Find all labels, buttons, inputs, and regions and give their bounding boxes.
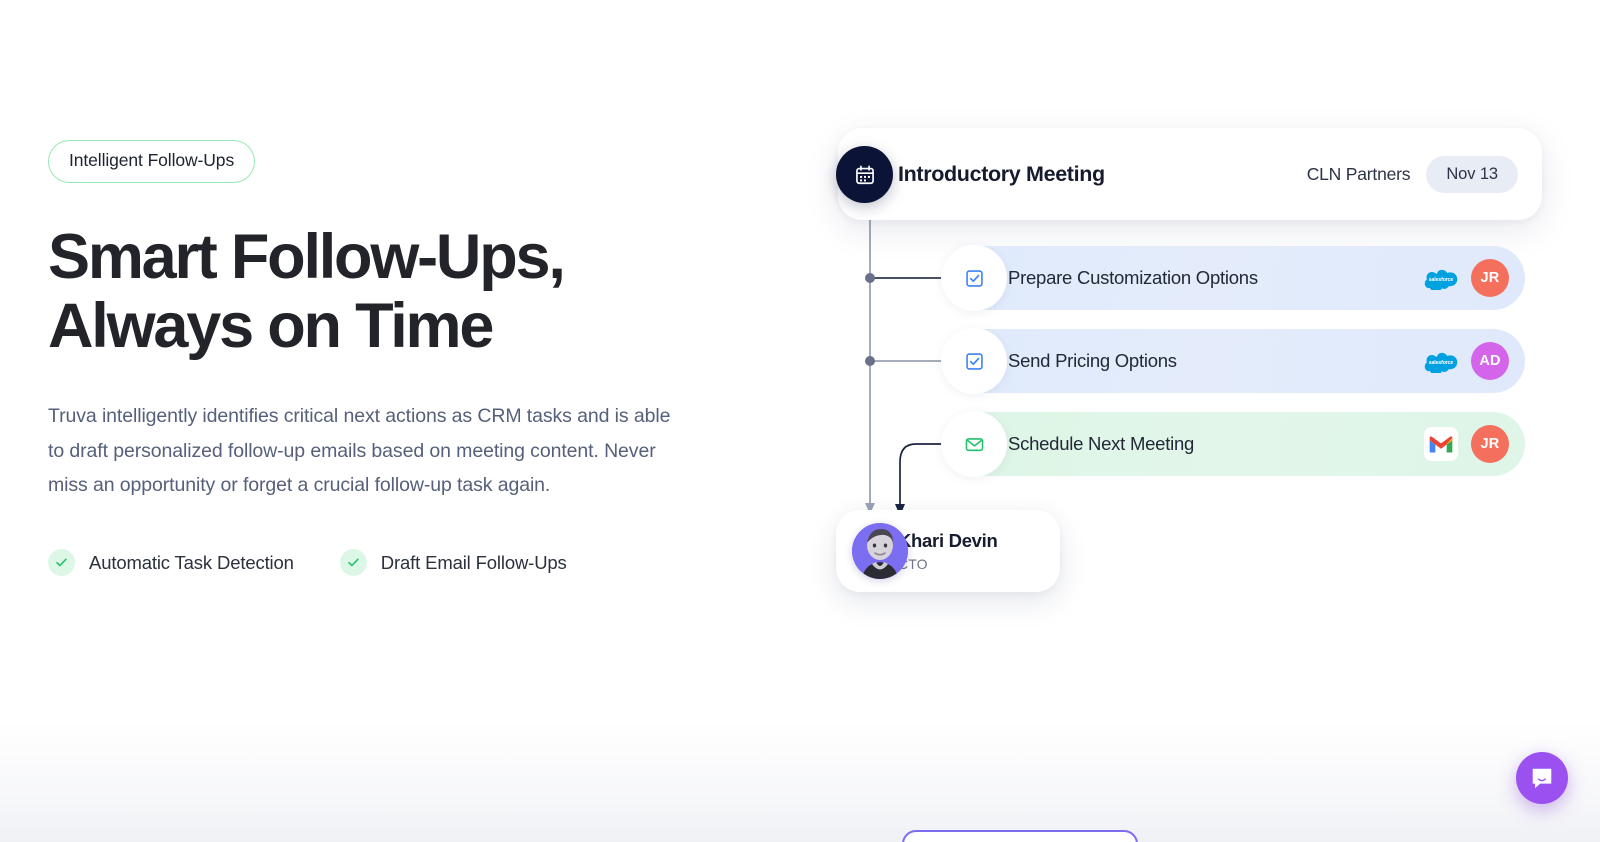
person-role: CTO bbox=[898, 555, 928, 572]
landing-section: Intelligent Follow-Ups Smart Follow-Ups,… bbox=[0, 0, 1600, 842]
hero-text-column: Intelligent Follow-Ups Smart Follow-Ups,… bbox=[48, 140, 728, 577]
meeting-title: Introductory Meeting bbox=[898, 161, 1105, 186]
workflow-diagram: Introductory Meeting CLN Partners Nov 13… bbox=[820, 110, 1560, 630]
page-title: Smart Follow-Ups, Always on Time bbox=[48, 222, 566, 361]
avatar: JR bbox=[1471, 425, 1509, 463]
chat-bubble-icon[interactable] bbox=[1516, 752, 1568, 804]
svg-text:salesforce: salesforce bbox=[1429, 360, 1454, 366]
task-meta: JR bbox=[1423, 425, 1509, 463]
task-meta: salesforce JR bbox=[1423, 259, 1509, 297]
hero-description: Truva intelligently identifies critical … bbox=[48, 404, 671, 497]
meeting-card[interactable]: Introductory Meeting CLN Partners Nov 13 bbox=[836, 128, 1542, 220]
person-info: Khari Devin CTO bbox=[898, 530, 998, 571]
page-bottom-fade bbox=[0, 722, 1600, 842]
task-meta: salesforce AD bbox=[1423, 342, 1509, 380]
gmail-logo bbox=[1423, 426, 1459, 462]
avatar: JR bbox=[1471, 259, 1509, 297]
avatar: AD bbox=[1471, 342, 1509, 380]
checkbox-icon bbox=[941, 245, 1007, 311]
checkbox-icon bbox=[941, 328, 1007, 394]
meeting-meta: CLN Partners Nov 13 bbox=[1306, 155, 1518, 193]
person-card[interactable]: Khari Devin CTO bbox=[836, 510, 1060, 592]
meeting-organization: CLN Partners bbox=[1306, 163, 1411, 184]
task-row[interactable]: Prepare Customization Options salesforce… bbox=[941, 245, 1525, 311]
task-label: Schedule Next Meeting bbox=[1008, 433, 1195, 454]
feature-item: Draft Email Follow-Ups bbox=[339, 549, 567, 577]
feature-label: Draft Email Follow-Ups bbox=[380, 551, 567, 573]
check-icon bbox=[48, 549, 75, 577]
task-label: Send Pricing Options bbox=[1008, 350, 1177, 371]
feature-label: Automatic Task Detection bbox=[89, 551, 294, 573]
salesforce-logo: salesforce bbox=[1423, 343, 1459, 379]
task-row[interactable]: Send Pricing Options salesforce AD bbox=[941, 328, 1525, 394]
avatar bbox=[852, 523, 908, 579]
feature-list: Automatic Task Detection Draft Email Fol… bbox=[48, 549, 728, 577]
meeting-date-badge: Nov 13 bbox=[1426, 155, 1518, 193]
section-badge: Intelligent Follow-Ups bbox=[48, 140, 256, 183]
salesforce-logo: salesforce bbox=[1423, 260, 1459, 296]
envelope-icon bbox=[941, 411, 1007, 477]
next-section-peek bbox=[902, 830, 1138, 842]
person-name: Khari Devin bbox=[898, 530, 998, 552]
task-row[interactable]: Schedule Next Meeting JR bbox=[941, 411, 1525, 477]
feature-item: Automatic Task Detection bbox=[48, 549, 294, 577]
svg-text:salesforce: salesforce bbox=[1429, 277, 1454, 283]
check-icon bbox=[339, 549, 367, 577]
calendar-icon bbox=[836, 146, 893, 203]
task-label: Prepare Customization Options bbox=[1008, 267, 1258, 288]
